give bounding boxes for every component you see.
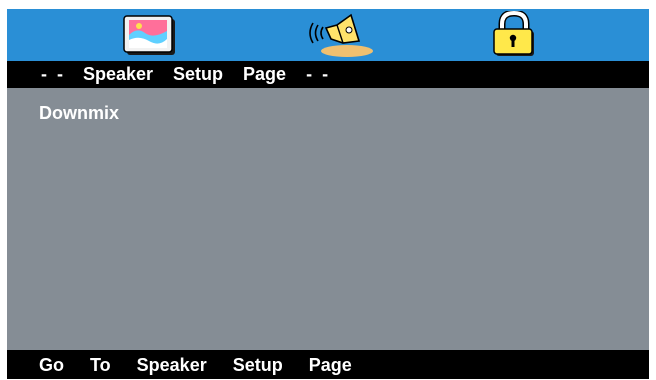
- speaker-setup-icon[interactable]: [299, 11, 379, 59]
- menu-item-downmix[interactable]: Downmix: [39, 102, 119, 124]
- page-title-bar: - - Speaker Setup Page - -: [7, 61, 649, 88]
- picture-setup-icon[interactable]: [119, 11, 181, 59]
- status-text: Go To Speaker Setup Page: [39, 355, 352, 375]
- settings-panel: Downmix: [7, 88, 649, 350]
- password-lock-icon[interactable]: [485, 11, 545, 59]
- status-bar: Go To Speaker Setup Page: [7, 350, 649, 379]
- page-title: - - Speaker Setup Page - -: [41, 64, 329, 84]
- dvd-setup-screen: - - Speaker Setup Page - - Downmix Go To…: [7, 9, 649, 379]
- setup-icon-bar: [7, 9, 649, 61]
